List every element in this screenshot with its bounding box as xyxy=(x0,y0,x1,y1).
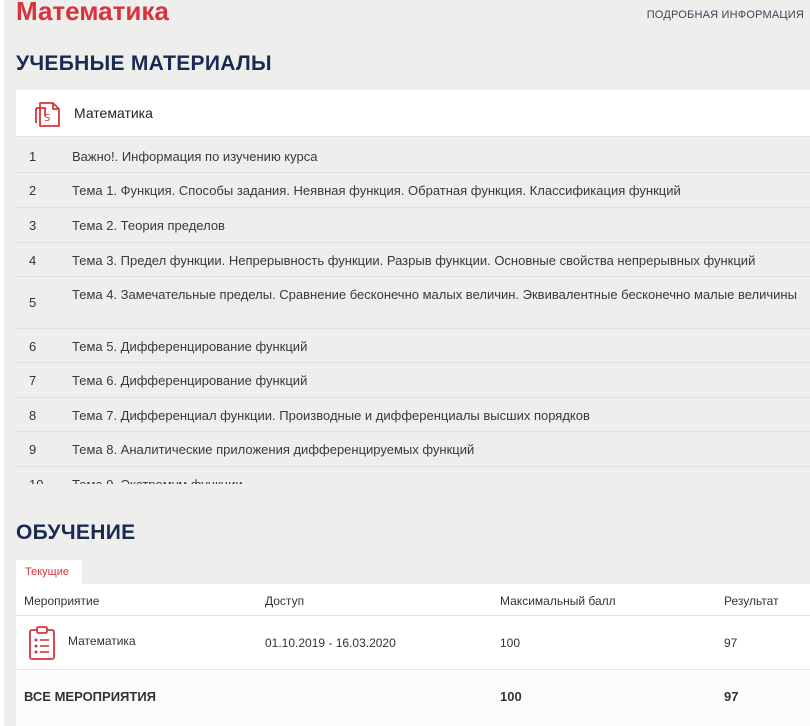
page: Математика ПОДРОБНАЯ ИНФОРМАЦИЯ УЧЕБНЫЕ … xyxy=(4,0,810,726)
item-number: 5 xyxy=(29,295,37,310)
item-number: 3 xyxy=(29,218,37,233)
item-number: 2 xyxy=(29,183,37,198)
list-item[interactable]: 4 Тема 3. Предел функции. Непрерывность … xyxy=(16,243,810,277)
materials-heading: УЧЕБНЫЕ МАТЕРИАЛЫ xyxy=(16,52,272,75)
item-title: Тема 7. Дифференциал функции. Производны… xyxy=(72,408,590,423)
result-value: 97 xyxy=(724,636,738,650)
item-title: Тема 3. Предел функции. Непрерывность фу… xyxy=(72,253,756,268)
item-title: Тема 5. Дифференцирование функций xyxy=(72,339,308,354)
materials-list: 1 Важно!. Информация по изучению курса 2… xyxy=(16,138,810,484)
list-item[interactable]: 1 Важно!. Информация по изучению курса xyxy=(16,138,810,173)
column-header-access: Доступ xyxy=(265,594,305,608)
details-link[interactable]: ПОДРОБНАЯ ИНФОРМАЦИЯ xyxy=(647,8,804,22)
course-header: S Математика xyxy=(16,90,810,137)
training-table: Мероприятие Доступ Максимальный балл Рез… xyxy=(16,584,810,726)
list-item[interactable]: 2 Тема 1. Функция. Способы задания. Неяв… xyxy=(16,173,810,208)
item-number: 6 xyxy=(29,339,37,354)
list-item[interactable]: 3 Тема 2. Теория пределов xyxy=(16,208,810,243)
column-header-result: Результат xyxy=(724,594,779,608)
page-title: Математика xyxy=(16,0,169,26)
clipboard-list-icon xyxy=(29,626,55,660)
table-total-row: ВСЕ МЕРОПРИЯТИЯ 100 97 xyxy=(16,670,810,726)
item-title: Тема 1. Функция. Способы задания. Неявна… xyxy=(72,183,681,198)
list-item[interactable]: 7 Тема 6. Дифференцирование функций xyxy=(16,363,810,398)
access-period: 01.10.2019 - 16.03.2020 xyxy=(265,636,396,650)
list-item[interactable]: 8 Тема 7. Дифференциал функции. Производ… xyxy=(16,398,810,432)
total-result: 97 xyxy=(724,689,739,704)
list-item[interactable]: 5 Тема 4. Замечательные пределы. Сравнен… xyxy=(16,277,810,329)
item-title: Тема 4. Замечательные пределы. Сравнение… xyxy=(72,287,797,302)
document-s-icon: S xyxy=(35,102,60,127)
list-item[interactable]: 9 Тема 8. Аналитические приложения диффе… xyxy=(16,432,810,467)
item-title: Важно!. Информация по изучению курса xyxy=(72,149,318,164)
item-number: 8 xyxy=(29,408,37,423)
item-number: 1 xyxy=(29,149,37,164)
total-max-score: 100 xyxy=(500,689,522,704)
column-header-max-score: Максимальный балл xyxy=(500,594,616,608)
item-number: 10 xyxy=(29,476,43,484)
item-title: Тема 6. Дифференцирование функций xyxy=(72,373,308,388)
item-title: Тема 9. Экстремум функции xyxy=(72,476,802,484)
tab-current[interactable]: Текущие xyxy=(16,560,82,584)
training-heading: ОБУЧЕНИЕ xyxy=(16,521,136,544)
item-title: Тема 2. Теория пределов xyxy=(72,218,225,233)
event-link[interactable]: Математика xyxy=(68,633,136,649)
item-number: 9 xyxy=(29,442,37,457)
list-item[interactable]: 6 Тема 5. Дифференцирование функций xyxy=(16,329,810,363)
table-header-row: Мероприятие Доступ Максимальный балл Рез… xyxy=(16,584,810,616)
item-title: Тема 8. Аналитические приложения диффере… xyxy=(72,442,475,457)
list-item[interactable]: 10 Тема 9. Экстремум функции xyxy=(16,467,810,484)
tab-current-label: Текущие xyxy=(25,566,69,578)
column-header-event: Мероприятие xyxy=(24,594,100,608)
svg-text:S: S xyxy=(44,113,50,124)
table-row: Математика 01.10.2019 - 16.03.2020 100 9… xyxy=(16,616,810,670)
item-number: 7 xyxy=(29,373,37,388)
total-label: ВСЕ МЕРОПРИЯТИЯ xyxy=(24,689,157,704)
max-score-value: 100 xyxy=(500,636,521,650)
item-number: 4 xyxy=(29,253,37,268)
course-title-link[interactable]: Математика xyxy=(74,104,153,122)
